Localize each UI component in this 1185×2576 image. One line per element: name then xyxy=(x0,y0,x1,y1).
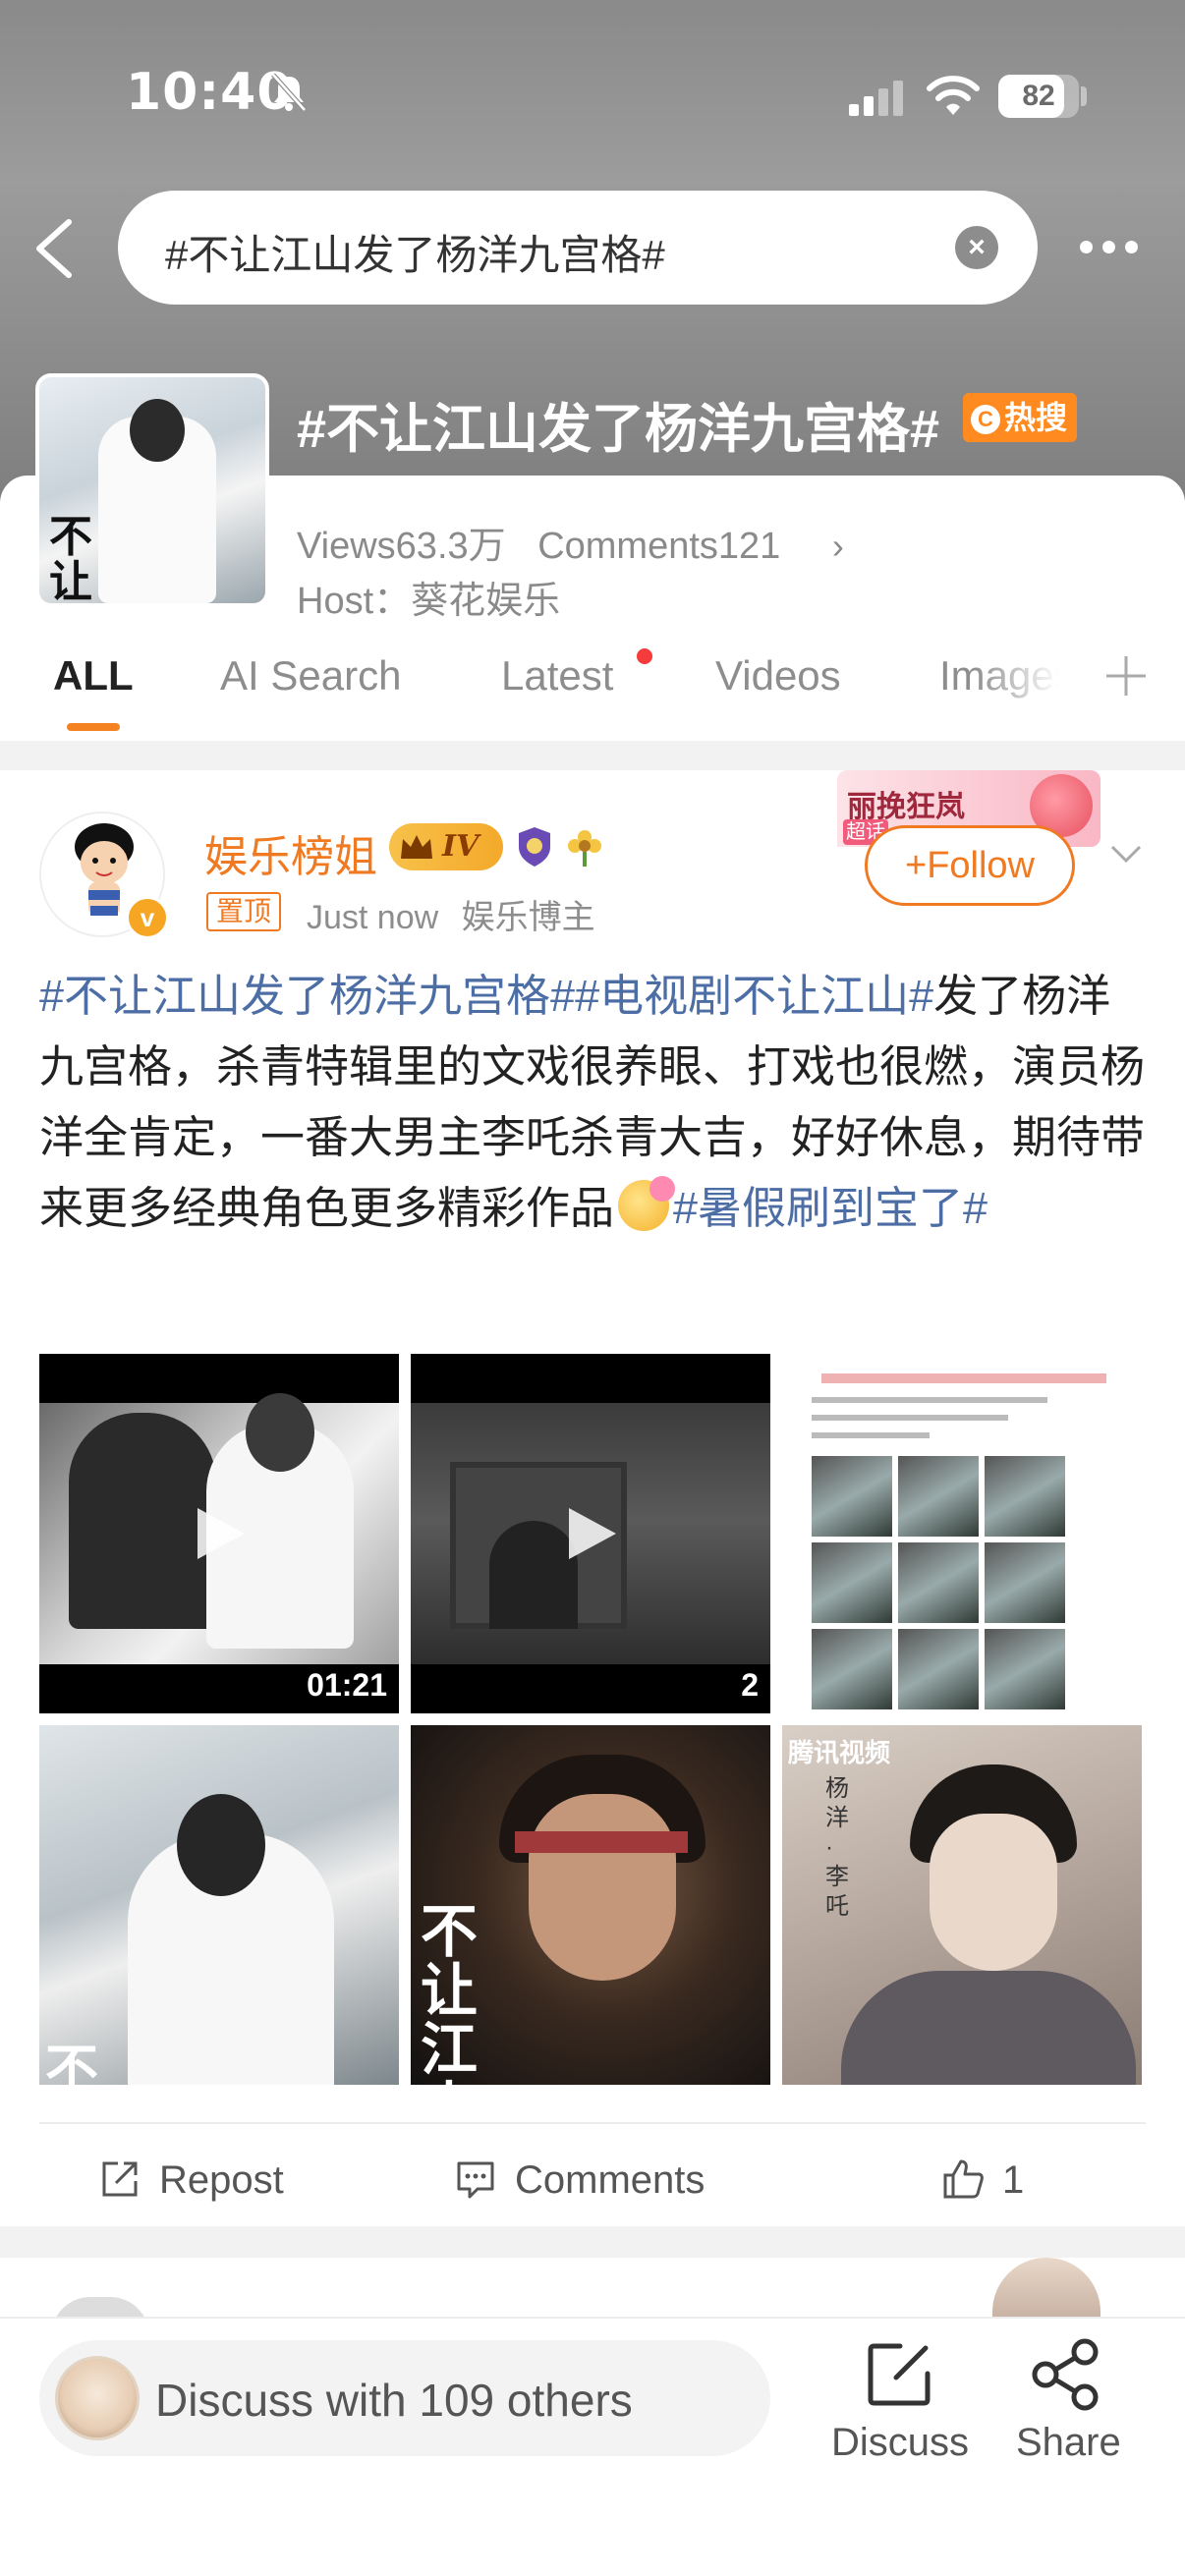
back-arrow-icon[interactable] xyxy=(29,216,79,281)
bottom-bar: Discuss with 109 others Discuss Share xyxy=(0,2317,1185,2576)
post-text: #不让江山发了杨洋九宫格##电视剧不让江山#发了杨洋九宫格，杀青特辑里的文戏很养… xyxy=(39,961,1150,1244)
tab-fade xyxy=(973,643,1081,711)
tab-latest[interactable]: Latest xyxy=(501,652,613,700)
image-caption: 不让江山 xyxy=(421,1898,479,2085)
image-thumbnail-3[interactable] xyxy=(782,1354,1142,1713)
topic-stats[interactable]: Views63.3万 Comments121 › xyxy=(297,515,844,569)
tab-ai-search[interactable]: AI Search xyxy=(220,652,401,700)
hot-search-badge: C 热搜 xyxy=(963,393,1078,442)
tab-all[interactable]: ALL xyxy=(53,652,134,700)
image-side-text: 杨洋·李吒 xyxy=(825,1775,849,1920)
bell-slash-icon xyxy=(271,73,307,112)
video-duration: 2 xyxy=(741,1667,759,1703)
video-thumbnail-1[interactable]: 01:21 xyxy=(39,1354,399,1713)
repost-button[interactable]: Repost xyxy=(98,2157,284,2203)
tab-videos[interactable]: Videos xyxy=(715,652,841,700)
flower-icon xyxy=(568,830,601,867)
status-bar: 10:40 82 xyxy=(0,0,1185,177)
divider xyxy=(39,2122,1146,2124)
plus-icon[interactable] xyxy=(1099,648,1154,703)
battery-percent: 82 xyxy=(1022,80,1055,112)
share-button[interactable]: Share xyxy=(1016,2421,1121,2465)
topic-comments: Comments121 xyxy=(537,526,781,567)
discuss-button[interactable]: Discuss xyxy=(831,2421,969,2465)
hashtag-link[interactable]: #电视剧不让江山# xyxy=(575,971,933,1021)
like-button[interactable]: 1 xyxy=(941,2157,1024,2203)
hashtag-link[interactable]: #不让江山发了杨洋九宫格# xyxy=(39,971,575,1021)
verified-badge-icon: v xyxy=(126,896,169,939)
post-card: v 娱乐榜姐 IV 置顶 Just now 娱乐博主 丽挽狂岚 超话 +Foll… xyxy=(0,770,1185,2226)
author-type: 娱乐博主 xyxy=(461,899,595,936)
active-tab-indicator xyxy=(67,723,120,731)
repost-icon xyxy=(102,2161,138,2197)
next-post-decoration xyxy=(992,2258,1100,2317)
wifi-icon xyxy=(927,76,980,115)
signal-icon xyxy=(849,81,903,116)
chevron-down-icon[interactable] xyxy=(1104,833,1148,872)
new-content-dot xyxy=(637,648,652,664)
more-icon[interactable] xyxy=(1075,220,1146,275)
image-thumbnail-5[interactable]: 不让江山 xyxy=(411,1725,770,2085)
hashtag-link[interactable]: #暑假刷到宝了# xyxy=(673,1183,988,1233)
next-post-card xyxy=(0,2258,1185,2336)
hot-icon: C xyxy=(971,405,1000,434)
shield-icon xyxy=(519,827,550,867)
edit-icon[interactable] xyxy=(861,2336,937,2413)
clear-icon[interactable]: × xyxy=(955,226,998,269)
thumbs-up-icon xyxy=(943,2159,984,2199)
topic-thumbnail[interactable]: 不让江山 xyxy=(35,373,269,607)
topic-thumb-caption: 不让江山 xyxy=(49,512,92,607)
topic-host: Host：葵花娱乐 xyxy=(297,581,561,622)
share-icon[interactable] xyxy=(1028,2336,1104,2413)
vip-level: IV xyxy=(442,829,480,864)
video-duration: 01:21 xyxy=(307,1667,387,1703)
post-time: Just now xyxy=(307,899,439,936)
topic-title: #不让江山发了杨洋九宫格# xyxy=(297,400,940,459)
battery-tip xyxy=(1081,86,1087,106)
search-input[interactable]: #不让江山发了杨洋九宫格# × xyxy=(118,191,1038,305)
video-thumbnail-2[interactable]: 2 xyxy=(411,1354,770,1713)
comments-button[interactable]: Comments xyxy=(454,2157,705,2203)
image-thumbnail-6[interactable]: 腾讯视频 杨洋·李吒 xyxy=(782,1725,1142,2085)
crown-icon xyxy=(401,835,432,859)
discuss-prompt: Discuss with 109 others xyxy=(155,2375,633,2426)
chevron-right-icon: › xyxy=(831,526,844,566)
topic-views: Views63.3万 xyxy=(297,526,506,567)
image-caption: 不 xyxy=(45,2038,98,2085)
discuss-input[interactable]: Discuss with 109 others xyxy=(39,2340,770,2456)
image-watermark: 腾讯视频 xyxy=(788,1738,891,1767)
play-icon xyxy=(569,1508,616,1559)
comment-icon xyxy=(457,2161,494,2199)
play-icon xyxy=(198,1508,245,1559)
blush-emoji-icon xyxy=(618,1176,676,1231)
battery-indicator: 82 xyxy=(998,75,1079,118)
follow-button[interactable]: +Follow xyxy=(865,825,1075,906)
pinned-tag: 置顶 xyxy=(206,892,282,931)
image-thumbnail-4[interactable]: 不 xyxy=(39,1725,399,2085)
search-query: #不让江山发了杨洋九宫格# xyxy=(165,232,665,278)
vip-level-badge: IV xyxy=(389,823,503,870)
author-name[interactable]: 娱乐榜姐 xyxy=(204,821,377,884)
topic-avatar xyxy=(55,2356,140,2440)
post-meta: Just now 娱乐博主 xyxy=(307,890,595,938)
